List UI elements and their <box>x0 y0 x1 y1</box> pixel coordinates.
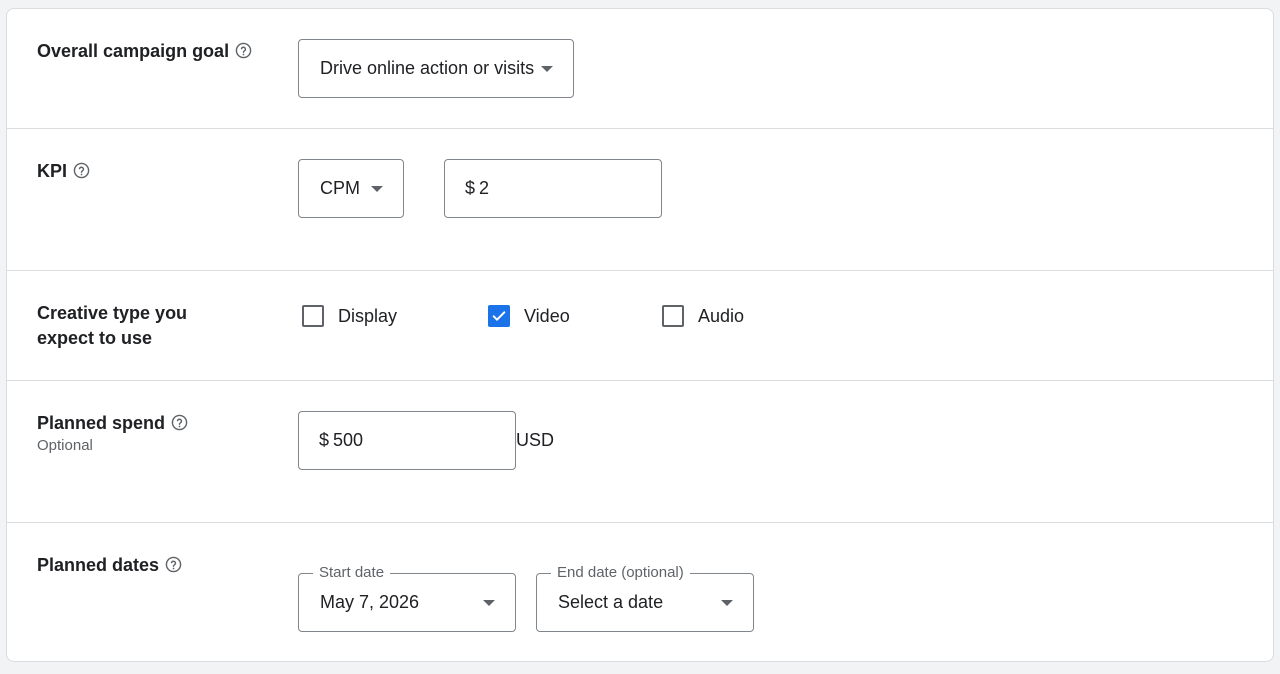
dropdown-arrow-icon <box>483 600 495 606</box>
creative-row: Creative type you expect to use Display … <box>7 271 1273 381</box>
dropdown-arrow-icon <box>721 600 733 606</box>
end-date-value: Select a date <box>558 592 664 612</box>
creative-label-line2: expect to use <box>37 328 153 348</box>
help-circle-icon[interactable] <box>165 556 182 573</box>
dates-label: Planned dates <box>37 552 182 578</box>
dropdown-arrow-icon <box>541 66 553 72</box>
help-circle-icon[interactable] <box>235 42 252 59</box>
spend-value: 500 <box>333 430 364 450</box>
goal-dropdown-value: Drive online action or visits <box>320 58 535 78</box>
dates-label-text: Planned dates <box>37 554 160 575</box>
kpi-label-text: KPI <box>37 160 68 181</box>
kpi-metric-dropdown[interactable]: CPM <box>298 159 404 218</box>
video-checkbox[interactable] <box>488 305 510 327</box>
help-circle-icon[interactable] <box>73 162 90 179</box>
dates-row: Planned dates Start date May 7, 2026 End… <box>7 523 1273 661</box>
kpi-value-input[interactable]: $ 2 <box>444 159 662 218</box>
spend-input[interactable]: $ 500 <box>298 411 516 470</box>
creative-label: Creative type you expect to use <box>37 301 187 351</box>
spend-unit: USD <box>516 430 555 450</box>
spend-label-text: Planned spend <box>37 412 166 433</box>
display-checkbox[interactable] <box>302 305 324 327</box>
currency-prefix: $ <box>465 178 476 198</box>
spend-row: Planned spend Optional $ 500 USD <box>7 381 1273 523</box>
kpi-metric-value: CPM <box>320 178 360 198</box>
checkmark-icon <box>492 311 506 321</box>
goal-label: Overall campaign goal <box>37 38 252 64</box>
kpi-row: KPI CPM $ 2 <box>7 129 1273 271</box>
currency-prefix: $ <box>319 430 330 450</box>
display-label: Display <box>338 306 398 326</box>
goal-label-text: Overall campaign goal <box>37 40 230 61</box>
goal-dropdown[interactable]: Drive online action or visits <box>298 39 574 98</box>
start-date-dropdown[interactable]: Start date May 7, 2026 <box>298 564 516 632</box>
creative-label-line1: Creative type you <box>37 303 188 323</box>
kpi-value: 2 <box>479 178 490 198</box>
dropdown-arrow-icon <box>371 186 383 192</box>
start-date-value: May 7, 2026 <box>320 592 420 612</box>
video-label: Video <box>524 306 570 326</box>
spend-label: Planned spend <box>37 410 188 436</box>
audio-checkbox[interactable] <box>662 305 684 327</box>
help-circle-icon[interactable] <box>171 414 188 431</box>
campaign-settings-card: Overall campaign goal Drive online actio… <box>6 8 1274 662</box>
end-date-dropdown[interactable]: End date (optional) Select a date <box>536 564 754 632</box>
audio-label: Audio <box>698 306 745 326</box>
kpi-label: KPI <box>37 158 90 184</box>
spend-optional-label: Optional <box>37 437 93 454</box>
goal-row: Overall campaign goal Drive online actio… <box>7 9 1273 129</box>
